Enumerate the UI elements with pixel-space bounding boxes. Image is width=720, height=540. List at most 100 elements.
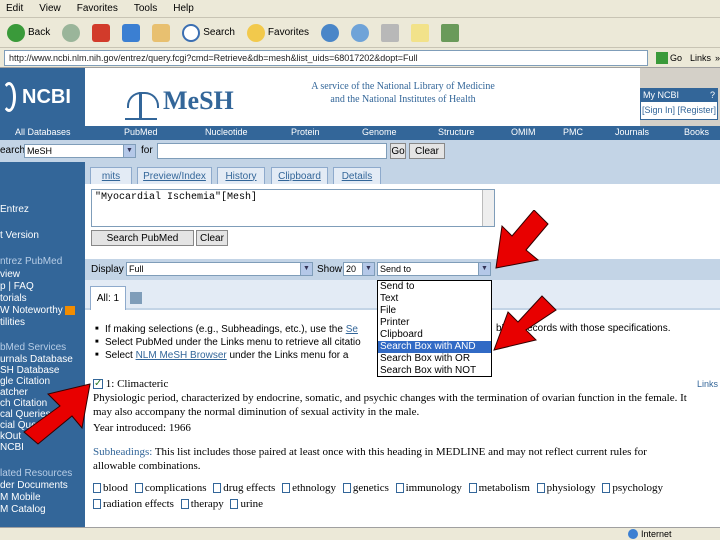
sidebar-my-ncbi[interactable]: NCBI <box>0 442 24 453</box>
discuss-button[interactable] <box>438 21 462 45</box>
send-option-search-box-not[interactable]: Search Box with NOT <box>378 365 491 377</box>
sidebar-overview[interactable]: view <box>0 269 20 280</box>
address-go-button[interactable]: Go <box>652 50 686 66</box>
ncbi-logo[interactable]: NCBI <box>0 68 85 126</box>
subheading-immunology[interactable]: immunology <box>395 482 462 494</box>
send-option-printer[interactable]: Printer <box>378 317 491 329</box>
forward-button[interactable] <box>59 21 83 45</box>
query-clear-button[interactable]: Clear <box>196 230 228 246</box>
sidebar-tutorials[interactable]: torials <box>0 293 27 304</box>
sidebar-nlm-mobile[interactable]: M Mobile <box>0 492 41 503</box>
print-button[interactable] <box>378 21 402 45</box>
menu-tools[interactable]: Tools <box>134 3 157 14</box>
subheading-drug-effects[interactable]: drug effects <box>213 482 275 494</box>
refresh-button[interactable] <box>119 21 143 45</box>
mail-button[interactable] <box>348 21 372 45</box>
subheading-radiation-effects[interactable]: radiation effects <box>93 498 174 510</box>
tab-preview-index[interactable]: Preview/Index <box>137 167 212 184</box>
sidebar-nlm-catalog[interactable]: M Catalog <box>0 504 46 515</box>
search-term-input[interactable] <box>157 143 387 159</box>
mesh-browser-link[interactable]: NLM MeSH Browser <box>136 350 227 361</box>
register-link[interactable]: [Register] <box>678 105 717 115</box>
tab-history[interactable]: History <box>217 167 265 184</box>
tab-details[interactable]: Details <box>333 167 381 184</box>
menu-help[interactable]: Help <box>173 3 194 14</box>
subheading-checkbox[interactable] <box>93 499 101 510</box>
database-select[interactable]: MeSH ▼ <box>24 144 136 158</box>
back-button[interactable]: Back <box>4 21 53 45</box>
send-option-search-box-and[interactable]: Search Box with AND <box>378 341 491 353</box>
subheading-complications[interactable]: complications <box>134 482 207 494</box>
tab-all-results[interactable]: All: 1 <box>90 286 126 310</box>
search-pubmed-button[interactable]: Search PubMed <box>91 230 194 246</box>
search-button[interactable]: Search <box>179 21 238 45</box>
subheading-psychology[interactable]: psychology <box>602 482 663 494</box>
my-ncbi-link[interactable]: My NCBI <box>643 89 679 102</box>
menu-favorites[interactable]: Favorites <box>77 3 118 14</box>
sidebar-linkout[interactable]: kOut <box>0 431 21 442</box>
subheading-checkbox[interactable] <box>602 483 611 494</box>
subheading-checkbox[interactable] <box>282 483 291 494</box>
favorites-button[interactable]: Favorites <box>244 21 312 45</box>
sidebar-order-documents[interactable]: der Documents <box>0 480 68 491</box>
send-option-search-box-or[interactable]: Search Box with OR <box>378 353 491 365</box>
subheading-checkbox[interactable] <box>342 483 351 494</box>
send-option-send-to[interactable]: Send to <box>378 281 491 293</box>
sign-in-link[interactable]: [Sign In] <box>642 105 675 115</box>
nav-structure[interactable]: Structure <box>438 127 475 137</box>
subheading-ethnology[interactable]: ethnology <box>282 482 336 494</box>
menu-view[interactable]: View <box>39 3 61 14</box>
nav-omim[interactable]: OMIM <box>511 127 536 137</box>
send-option-clipboard[interactable]: Clipboard <box>378 329 491 341</box>
nav-pmc[interactable]: PMC <box>563 127 583 137</box>
subheading-therapy[interactable]: therapy <box>180 498 224 510</box>
nav-genome[interactable]: Genome <box>362 127 397 137</box>
result-links-menu[interactable]: Links <box>697 377 718 391</box>
send-to-select[interactable]: Send to ▼ <box>377 262 491 276</box>
subheading-genetics[interactable]: genetics <box>342 482 389 494</box>
subheading-blood[interactable]: blood <box>93 482 128 494</box>
nav-protein[interactable]: Protein <box>291 127 320 137</box>
tab-settings-icon[interactable] <box>130 292 142 304</box>
display-format-select[interactable]: Full ▼ <box>126 262 313 276</box>
sidebar-new-noteworthy[interactable]: W Noteworthy <box>0 305 75 316</box>
subheading-checkbox[interactable] <box>395 483 404 494</box>
sidebar-help-faq[interactable]: p | FAQ <box>0 281 34 292</box>
media-button[interactable] <box>318 21 342 45</box>
subheading-checkbox[interactable] <box>230 499 239 510</box>
stop-button[interactable] <box>89 21 113 45</box>
menu-edit[interactable]: Edit <box>6 3 23 14</box>
help-icon[interactable]: ? <box>710 89 715 102</box>
search-query-textarea[interactable]: "Myocardial Ischemia"[Mesh] <box>91 189 495 227</box>
nav-pubmed[interactable]: PubMed <box>124 127 158 137</box>
nav-journals[interactable]: Journals <box>615 127 649 137</box>
subheading-checkbox[interactable] <box>93 483 101 494</box>
subheading-urine[interactable]: urine <box>230 498 263 510</box>
show-count-select[interactable]: 20 ▼ <box>343 262 375 276</box>
send-option-file[interactable]: File <box>378 305 491 317</box>
home-button[interactable] <box>149 21 173 45</box>
subheading-checkbox[interactable] <box>213 483 222 494</box>
sidebar-utilities[interactable]: tilities <box>0 317 25 328</box>
result-title[interactable]: Climacteric <box>117 378 168 390</box>
subheading-metabolism[interactable]: metabolism <box>468 482 530 494</box>
subheading-checkbox[interactable] <box>536 483 545 494</box>
tab-clipboard[interactable]: Clipboard <box>271 167 328 184</box>
send-option-text[interactable]: Text <box>378 293 491 305</box>
instruction-link[interactable]: Se <box>346 324 358 335</box>
links-chevron[interactable]: » <box>715 53 720 63</box>
nav-nucleotide[interactable]: Nucleotide <box>205 127 248 137</box>
sidebar-entrez[interactable]: Entrez <box>0 204 29 215</box>
tab-limits[interactable]: mits <box>90 167 132 184</box>
go-button[interactable]: Go <box>390 143 406 159</box>
address-input[interactable]: http://www.ncbi.nlm.nih.gov/entrez/query… <box>4 49 648 66</box>
edit-button[interactable] <box>408 21 432 45</box>
clear-button[interactable]: Clear <box>409 143 445 159</box>
subheading-checkbox[interactable] <box>180 499 189 510</box>
nav-books[interactable]: Books <box>684 127 709 137</box>
sidebar-text-version[interactable]: t Version <box>0 230 39 241</box>
subheading-checkbox[interactable] <box>134 483 143 494</box>
subheading-physiology[interactable]: physiology <box>536 482 596 494</box>
subheading-checkbox[interactable] <box>468 483 477 494</box>
result-checkbox[interactable] <box>93 377 103 391</box>
